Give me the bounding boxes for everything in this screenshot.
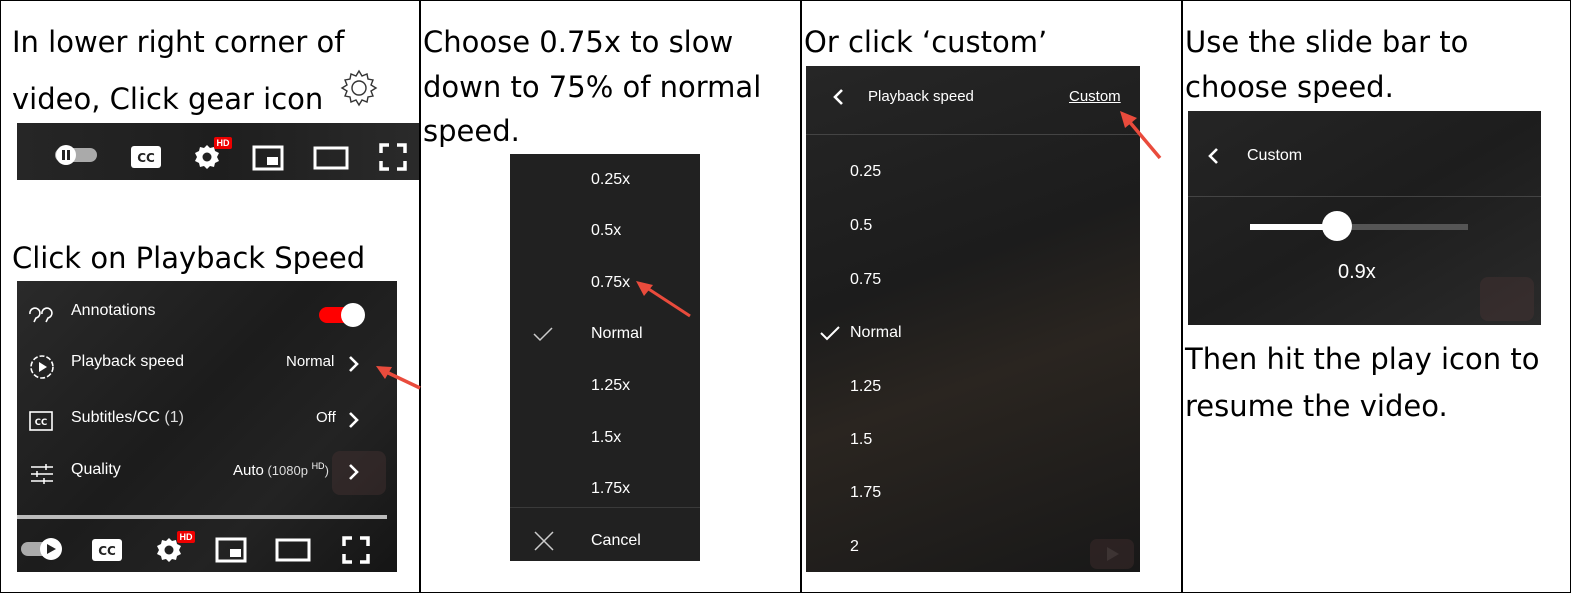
video-progress-bar[interactable] [17,515,387,519]
speed-option[interactable]: 1.5x [591,429,621,447]
quality-icon [30,463,54,485]
speed-option[interactable]: 1.75x [591,480,630,498]
caption-text: Use the slide bar to [1185,25,1469,59]
menu-item-label: Playback speed [71,353,184,370]
speed-option[interactable]: 1.25 [850,378,881,396]
youtube-watermark [1480,277,1534,321]
menu-divider [510,507,700,508]
speed-list-menu: 0.25x 0.5x 0.75x Normal 1.25x 1.5x 1.75x… [510,154,700,561]
panel-title: Playback speed [868,88,974,105]
menu-item-label: Quality [71,461,121,478]
menu-item-count: (1) [159,409,184,426]
custom-link[interactable]: Custom [1069,88,1121,105]
playback-speed-icon [28,353,56,381]
speed-option[interactable]: 0.5x [591,222,621,240]
pointer-arrow [376,366,421,390]
caption-text: Then hit the play icon to [1185,342,1540,376]
hd-badge: HD [177,531,195,543]
speed-option[interactable]: 1.5 [850,431,872,449]
miniplayer-button[interactable] [252,145,284,171]
svg-text:CC: CC [35,418,47,428]
custom-speed-panel: Custom 0.9x [1188,111,1541,325]
column-divider [419,0,421,593]
menu-item-quality[interactable]: Quality Auto (1080p HD) [17,445,397,497]
back-arrow-icon[interactable] [831,87,845,107]
speed-option[interactable]: 1.75 [850,484,881,502]
menu-item-label: Annotations [71,302,156,319]
quality-paren: ) [324,463,329,478]
speed-slider-thumb[interactable] [1322,211,1352,241]
theater-mode-button[interactable] [313,145,349,171]
speed-option[interactable]: 0.75 [850,271,881,289]
menu-item-value: Normal [286,353,335,370]
checkmark-icon [532,326,554,342]
caption-text: speed. [423,114,520,148]
subtitles-button[interactable]: CC [91,538,123,562]
speed-option[interactable]: 0.5 [850,217,872,235]
pointer-arrow [1120,111,1162,160]
youtube-watermark [1090,539,1134,569]
speed-slider-track[interactable] [1250,211,1468,241]
svg-text:CC: CC [137,151,155,165]
hd-badge: HD [214,137,232,149]
autoplay-toggle[interactable] [19,537,65,561]
caption-text: Choose 0.75x to slow [423,25,734,59]
speed-option[interactable]: 2 [850,538,859,556]
panel-title: Custom [1247,147,1303,164]
panel-divider [1188,196,1541,197]
miniplayer-button[interactable] [215,537,247,563]
column-divider [1181,0,1183,593]
pointer-arrow [636,281,691,318]
speed-option[interactable]: 0.25x [591,171,630,189]
speed-option[interactable]: 0.75x [591,274,630,292]
speed-option[interactable]: 1.25x [591,377,630,395]
theater-mode-button[interactable] [275,537,311,563]
caption-text: Click on Playback Speed [12,241,366,275]
caption-text: down to 75% of normal [423,70,762,104]
fullscreen-button[interactable] [379,143,407,171]
playback-speed-panel: Playback speed Custom 0.25 0.5 0.75 Norm… [806,66,1140,572]
column-divider [800,0,802,593]
close-icon[interactable] [534,531,554,551]
chevron-right-icon [347,354,361,374]
caption-text: choose speed. [1185,70,1394,104]
fullscreen-button[interactable] [342,536,370,564]
annotations-icon [27,305,53,323]
back-arrow-icon[interactable] [1206,146,1220,166]
gear-icon [339,68,379,108]
quality-hd-mark: HD [311,461,325,471]
checkmark-icon [819,325,841,341]
menu-item-value: Off [316,409,336,426]
annotations-toggle[interactable] [317,301,369,329]
menu-item-annotations[interactable]: Annotations [17,289,397,341]
chevron-right-icon [347,410,361,430]
caption-text: resume the video. [1185,389,1448,423]
subtitles-icon: CC [29,411,53,431]
menu-item-subtitles[interactable]: CC Subtitles/CC (1) Off [17,393,397,445]
speed-option[interactable]: 0.25 [850,163,881,181]
chevron-right-icon [347,462,361,482]
settings-menu: Annotations Playback speed Normal CC Sub… [17,281,397,572]
cancel-button[interactable]: Cancel [591,532,641,550]
caption-text: Or click ‘custom’ [804,25,1048,59]
caption-text: video, Click gear icon [12,82,324,116]
panel-divider [806,134,1140,135]
autoplay-toggle[interactable] [53,144,99,166]
speed-option-selected[interactable]: Normal [591,325,643,343]
speed-option-selected[interactable]: Normal [850,324,902,342]
video-control-bar: CC HD [17,123,419,180]
subtitles-button[interactable]: CC [130,145,162,169]
speed-value-label: 0.9x [1338,261,1376,283]
quality-resolution: (1080p [263,463,312,478]
menu-item-playback-speed[interactable]: Playback speed Normal [17,341,397,393]
menu-item-label: Subtitles/CC [71,409,160,426]
svg-text:CC: CC [98,544,116,558]
menu-item-value: Auto [233,462,264,479]
caption-text: In lower right corner of [12,25,345,59]
